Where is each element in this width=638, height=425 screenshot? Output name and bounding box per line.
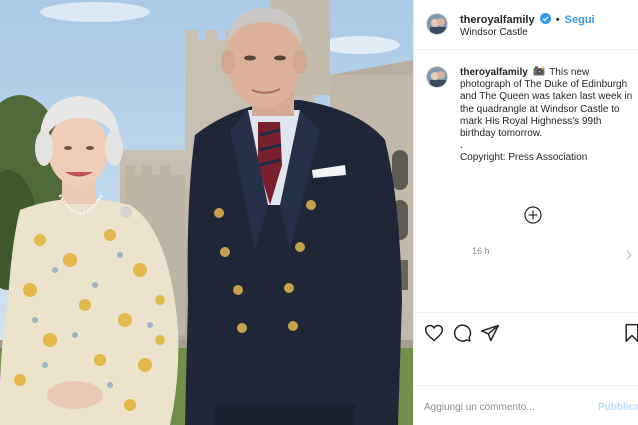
post-actions-bar: [414, 312, 638, 352]
bookmark-icon[interactable]: [622, 323, 638, 343]
post-username-row: theroyalfamily • Segui: [460, 13, 595, 26]
comment-icon[interactable]: [452, 323, 472, 343]
post-location[interactable]: Windsor Castle: [460, 27, 528, 38]
plus-circle-icon[interactable]: [524, 206, 542, 224]
follow-button[interactable]: Segui: [565, 14, 595, 26]
publish-button[interactable]: Pubblica: [598, 402, 638, 413]
post-photo[interactable]: [0, 0, 413, 425]
photo-illustration: [0, 0, 413, 425]
post-side-panel: theroyalfamily • Segui Windsor Castle th…: [413, 0, 638, 425]
royal-family-avatar-icon[interactable]: [426, 66, 448, 88]
caption-text: theroyalfamily This new photograph of Th…: [460, 66, 635, 165]
paper-plane-icon[interactable]: [480, 323, 500, 343]
verified-badge-icon: [539, 13, 551, 24]
caption-username[interactable]: theroyalfamily: [460, 67, 528, 78]
add-comment-bar: Pubblica: [414, 385, 638, 425]
royal-family-avatar-icon[interactable]: [426, 13, 448, 35]
post-timestamp[interactable]: 16 h: [472, 246, 490, 256]
post-username[interactable]: theroyalfamily: [460, 14, 535, 26]
chevron-right-icon[interactable]: [624, 248, 634, 262]
caption-dot: .: [460, 140, 463, 152]
camera-with-flash-icon: [533, 66, 545, 76]
separator-dot: •: [555, 14, 560, 26]
heart-icon[interactable]: [424, 323, 444, 343]
post-header: theroyalfamily • Segui Windsor Castle: [414, 0, 638, 50]
caption-copyright: Copyright: Press Association: [460, 152, 588, 164]
comment-input[interactable]: [424, 398, 584, 416]
